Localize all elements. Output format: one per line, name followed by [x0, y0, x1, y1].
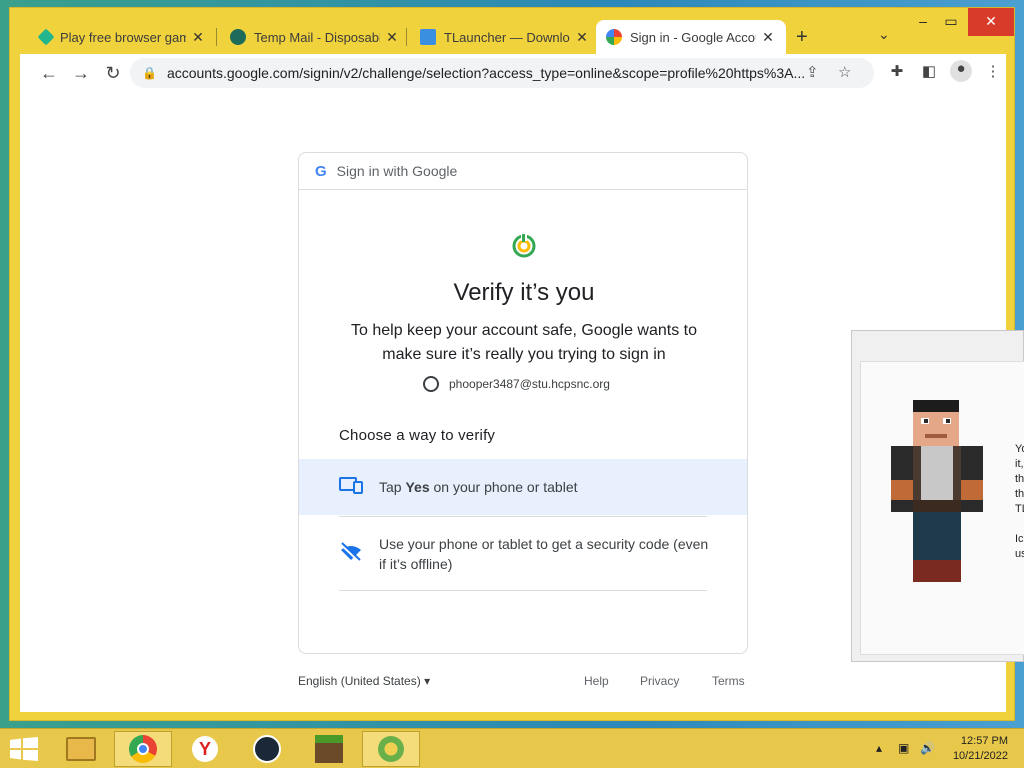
diamond-favicon-icon	[37, 28, 55, 46]
tlauncher-popup-window: You it, y the the TLa Icon usin	[851, 330, 1024, 662]
terms-link[interactable]: Terms	[712, 674, 745, 688]
minecraft-skin-image	[891, 400, 983, 582]
tab-title: TLauncher — Download	[444, 29, 570, 45]
card-header: G Sign in with Google	[299, 153, 747, 190]
tab-google-signin[interactable]: Sign in - Google Account ✕	[596, 20, 786, 54]
close-tab-icon[interactable]: ✕	[574, 29, 590, 46]
close-window-icon[interactable]: ✕	[968, 8, 1014, 36]
menu-icon[interactable]: ⋮	[982, 62, 1004, 80]
tab-tlauncher[interactable]: TLauncher — Download ✕	[410, 20, 600, 54]
address-bar[interactable]: 🔒 accounts.google.com/signin/v2/challeng…	[130, 58, 874, 88]
tempmail-favicon-icon	[230, 29, 246, 45]
minimize-icon[interactable]: –	[908, 8, 938, 36]
language-selector[interactable]: English (United States) ▾	[298, 674, 430, 688]
volume-icon[interactable]: 🔊	[920, 741, 935, 755]
choose-heading: Choose a way to verify	[339, 427, 496, 444]
share-icon[interactable]: ⇪	[806, 63, 819, 81]
tlauncher-favicon-icon	[420, 29, 436, 45]
new-tab-icon[interactable]: +	[796, 26, 808, 49]
card-header-text: Sign in with Google	[336, 163, 458, 179]
extensions-icon[interactable]: ✚	[886, 62, 908, 80]
popup-text: You it, y the the TLa Icon usin	[1015, 443, 1024, 560]
reload-icon[interactable]: ↻	[100, 60, 126, 86]
option-label: Use your phone or tablet to get a securi…	[379, 536, 709, 572]
privacy-link[interactable]: Privacy	[640, 674, 679, 688]
tab-title: Play free browser games	[60, 29, 186, 45]
google-g-icon: G	[315, 162, 327, 180]
url-text: accounts.google.com/signin/v2/challenge/…	[166, 65, 806, 81]
account-email: phooper3487@stu.hcpsnc.org	[449, 377, 610, 391]
chrome-taskbar-icon[interactable]	[114, 731, 172, 767]
steam-icon[interactable]	[238, 731, 296, 767]
yandex-browser-icon[interactable]: Y	[176, 731, 234, 767]
tab-title: Sign in - Google Account	[630, 29, 756, 45]
offline-icon	[339, 541, 363, 567]
verify-icon	[511, 233, 537, 264]
browser-toolbar: ← → ↻ 🔒 accounts.google.com/signin/v2/ch…	[20, 54, 1006, 92]
forward-icon[interactable]: →	[68, 60, 94, 86]
minecraft-icon[interactable]	[300, 731, 358, 767]
tlauncher-taskbar-icon[interactable]	[362, 731, 420, 767]
tab-separator	[406, 28, 407, 46]
tab-title: Temp Mail - Disposable	[254, 29, 380, 45]
star-icon[interactable]: ☆	[838, 63, 851, 81]
google-favicon-icon	[606, 29, 622, 45]
network-icon[interactable]: ▣	[898, 741, 909, 755]
help-link[interactable]: Help	[584, 674, 609, 688]
close-tab-icon[interactable]: ✕	[384, 29, 400, 46]
profile-icon[interactable]: ●	[950, 60, 972, 82]
taskbar: Y ▴ ▣ 🔊 12:57 PM 10/21/2022	[0, 728, 1024, 768]
maximize-icon[interactable]: ▭	[936, 8, 966, 36]
close-tab-icon[interactable]: ✕	[190, 29, 206, 46]
caret-down-icon: ▾	[424, 674, 431, 688]
page-subtitle: To help keep your account safe, Google w…	[351, 322, 697, 363]
chevron-down-icon[interactable]: ⌄	[878, 26, 890, 43]
option-tap-yes[interactable]: Tap Yes on your phone or tablet	[299, 459, 747, 515]
clock-date: 10/21/2022	[952, 750, 1008, 762]
clock-time: 12:57 PM	[960, 735, 1008, 747]
tab-separator	[216, 28, 217, 46]
file-explorer-icon[interactable]	[52, 731, 110, 767]
desktop: Play free browser games ✕ Temp Mail - Di…	[0, 0, 1024, 768]
option-label: Tap Yes on your phone or tablet	[379, 479, 578, 495]
close-tab-icon[interactable]: ✕	[760, 29, 776, 46]
system-clock[interactable]: 12:57 PM 10/21/2022	[946, 734, 1008, 764]
divider	[339, 590, 707, 591]
tab-games[interactable]: Play free browser games ✕	[30, 20, 216, 54]
back-icon[interactable]: ←	[36, 60, 62, 86]
account-circle-icon	[423, 376, 439, 392]
tab-tempmail[interactable]: Temp Mail - Disposable ✕	[220, 20, 410, 54]
popup-content: You it, y the the TLa Icon usin	[860, 361, 1024, 655]
page-title: Verify it’s you	[453, 279, 595, 306]
side-panel-icon[interactable]: ◧	[918, 62, 940, 80]
tab-strip: Play free browser games ✕ Temp Mail - Di…	[10, 8, 1014, 54]
windows-start-icon[interactable]	[0, 731, 48, 767]
account-chip[interactable]: phooper3487@stu.hcpsnc.org	[423, 376, 610, 392]
lock-icon: 🔒	[142, 66, 157, 80]
devices-icon	[339, 476, 363, 499]
option-security-code[interactable]: Use your phone or tablet to get a securi…	[299, 517, 747, 591]
signin-card: G Sign in with Google Verify it’s you To…	[298, 152, 748, 654]
tray-chevron-up-icon[interactable]: ▴	[876, 741, 882, 755]
